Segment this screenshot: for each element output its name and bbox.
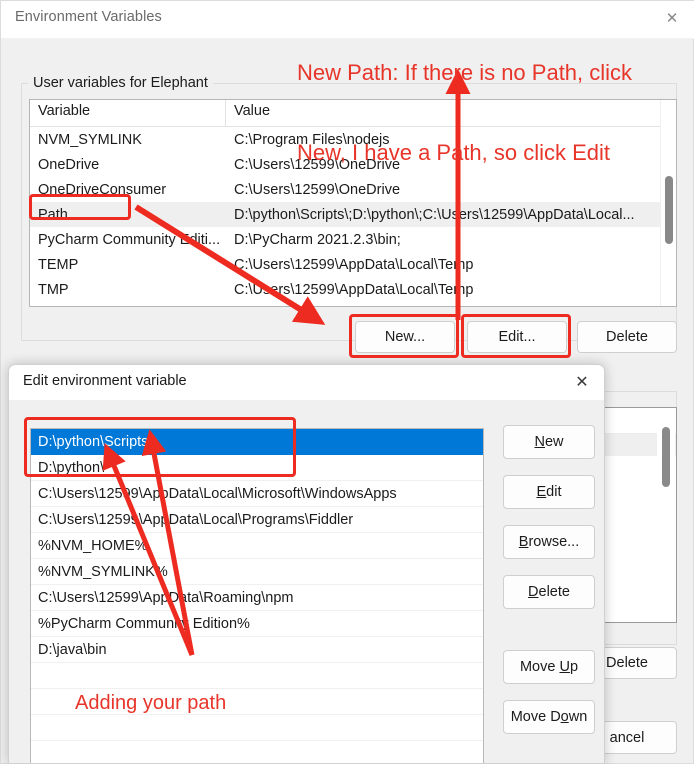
user-variables-scrollbar[interactable] [660,100,676,306]
scrollbar-thumb[interactable] [662,427,670,487]
cell-variable: PyCharm Community Editi... [38,231,221,248]
edit-button[interactable]: Edit [503,475,595,509]
table-row[interactable]: PyCharm Community Editi... D:\PyCharm 202… [30,227,676,252]
close-icon[interactable]: ✕ [562,367,602,398]
new-button[interactable]: New [503,425,595,459]
edit-dialog-title: Edit environment variable [23,373,187,389]
column-header-variable[interactable]: Variable [30,100,226,126]
cell-variable: OneDriveConsumer [38,181,167,198]
move-down-button[interactable]: Move Down [503,700,595,734]
new-button[interactable]: New... [355,321,455,353]
cell-value: C:\Users\12599\AppData\Local\Temp [234,281,474,298]
delete-button[interactable]: Delete [577,321,677,353]
cell-variable: TEMP [38,256,79,273]
list-item[interactable]: %PyCharm Community Edition% [31,611,483,637]
scrollbar-thumb[interactable] [665,176,673,244]
move-up-button[interactable]: Move Up [503,650,595,684]
annotation-bottom: Adding your path is the Python installat… [75,642,335,764]
annotation-top: New Path: If there is no Path, click New… [297,6,632,221]
cell-value: D:\PyCharm 2021.2.3\bin; [234,231,401,248]
annotation-bottom-line1: Adding your path [75,691,227,714]
browse-button[interactable]: Browse... [503,525,595,559]
cell-variable: NVM_SYMLINK [38,131,142,148]
edit-dialog-titlebar: Edit environment variable ✕ [9,365,604,400]
list-item[interactable]: C:\Users\12599\AppData\Local\Programs\Fi… [31,507,483,533]
edit-button[interactable]: Edit... [467,321,567,353]
list-item[interactable]: C:\Users\12599\AppData\Local\Microsoft\W… [31,481,483,507]
system-variables-scrollbar[interactable] [657,409,675,622]
table-row[interactable]: TMP C:\Users\12599\AppData\Local\Temp [30,277,676,302]
cell-variable: OneDrive [38,156,100,173]
cell-value: C:\Users\12599\AppData\Local\Temp [234,256,474,273]
user-variables-legend: User variables for Elephant [28,75,213,91]
table-row[interactable]: TEMP C:\Users\12599\AppData\Local\Temp [30,252,676,277]
screenshot-root: Environment Variables ✕ User variables f… [0,0,694,764]
annotation-top-line1: New Path: If there is no Path, click [297,59,633,85]
close-icon[interactable]: ✕ [655,5,689,31]
list-item[interactable]: D:\python\Scripts\ [31,429,483,455]
list-item[interactable]: %NVM_SYMLINK% [31,559,483,585]
list-item[interactable]: D:\python\ [31,455,483,481]
list-item[interactable]: C:\Users\12599\AppData\Roaming\npm [31,585,483,611]
delete-button[interactable]: Delete [503,575,595,609]
annotation-top-line2: New, I have a Path, so click Edit [297,140,611,166]
list-item[interactable]: %NVM_HOME% [31,533,483,559]
env-window-title: Environment Variables [15,9,162,25]
cell-variable: TMP [38,281,69,298]
cell-variable: Path [38,206,68,223]
